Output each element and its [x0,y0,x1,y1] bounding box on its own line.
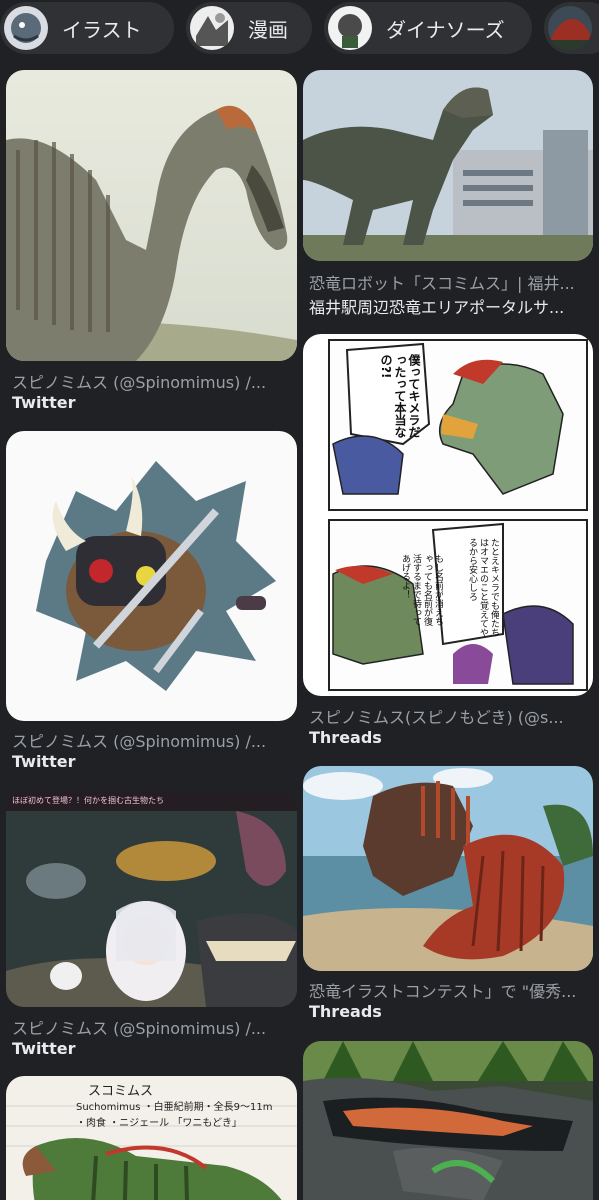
result-title[interactable]: スピノミムス(スピノもどき) (@s... [309,704,589,728]
result-image-dinosaur-manga[interactable]: 僕ってキメラだったって本当なの?! たとえキメラでも俺たちはオマエのこと覚えてや… [303,334,593,696]
chip-label: 漫画 [248,17,288,42]
result-image-chibi-warrior[interactable] [6,431,297,721]
dinosaurs-thumbnail-icon [328,6,372,50]
manga-speech-text-2: たとえキメラでも俺たちはオマエのこと覚えてやるから安心しろ [467,538,499,637]
result-source[interactable]: Twitter [12,1039,287,1058]
result-image-crocodile-painting[interactable] [303,1041,593,1200]
banner-text: ほぼ初めて登場？！何かを掴む古生物たち [12,796,164,805]
result-image-dinosaur-robot[interactable] [303,70,593,261]
result-title[interactable]: スピノミムス (@Spinomimus) /... [12,1015,287,1039]
result-source[interactable]: Threads [309,1002,589,1021]
manga-speech-text-1: 僕ってキメラだったって本当なの?! [379,354,421,438]
result-title[interactable]: 恐竜ロボット「スコミムス」| 福井... [309,270,589,294]
result-title[interactable]: スピノミムス (@Spinomimus) /... [12,728,287,752]
result-image-suchomimus-drawing[interactable]: スコミムス Suchomimus ・白亜紀前期・全長9～11m ・肉食 ・ニジェ… [6,1076,297,1200]
notebook-line-1: Suchomimus ・白亜紀前期・全長9～11m [76,1102,273,1113]
chip-illust[interactable]: イラスト [0,2,174,54]
result-card[interactable] [303,1041,593,1200]
manga-thumbnail-icon [190,6,234,50]
result-source[interactable]: Twitter [12,393,287,412]
result-title[interactable]: スピノミムス (@Spinomimus) /... [12,369,287,393]
result-card[interactable]: ほぼ初めて登場？！何かを掴む古生物たち スピノミムス (@Spinomimus)… [6,791,297,1061]
result-card[interactable]: 恐竜ロボット「スコミムス」| 福井... 福井駅周辺恐竜エリアポータルサ... [303,70,593,320]
result-image-spinosaurus-painting[interactable] [303,766,593,971]
manga-speech-text-3: もし名前が消えちゃっても名前が復活するまで待ってあげるよ！ [403,554,443,626]
filter-chips-bar: イラスト 漫画 ダイナソーズ [0,0,599,60]
result-card[interactable]: 僕ってキメラだったって本当なの?! たとえキメラでも俺たちはオマエのこと覚えてや… [303,334,593,754]
result-card[interactable]: 恐竜イラストコンテスト」で "優秀... Threads [303,766,593,1026]
result-image-spinosaurus[interactable] [6,70,297,361]
chip-more[interactable] [544,2,599,54]
result-source[interactable]: Twitter [12,752,287,771]
dinosaur-thumbnail-icon [4,6,48,50]
chip-label: イラスト [62,17,142,42]
notebook-line-2: ・肉食 ・ニジェール 「ワニもどき」 [76,1118,242,1129]
result-source[interactable]: 福井駅周辺恐竜エリアポータルサ... [309,294,589,318]
red-dinosaur-thumbnail-icon [548,6,592,50]
result-title[interactable]: 恐竜イラストコンテスト」で "優秀... [309,978,589,1002]
result-card[interactable]: スピノミムス (@Spinomimus) /... Twitter [6,70,297,415]
result-image-sea-creatures[interactable]: ほぼ初めて登場？！何かを掴む古生物たち [6,791,297,1007]
result-source[interactable]: Threads [309,728,589,747]
notebook-title: スコミムス [88,1084,154,1099]
chip-dinosaurs[interactable]: ダイナソーズ [324,2,532,54]
chip-label: ダイナソーズ [386,17,505,42]
result-card[interactable]: スコミムス Suchomimus ・白亜紀前期・全長9～11m ・肉食 ・ニジェ… [6,1076,297,1200]
result-card[interactable]: スピノミムス (@Spinomimus) /... Twitter [6,431,297,776]
chip-manga[interactable]: 漫画 [186,2,312,54]
